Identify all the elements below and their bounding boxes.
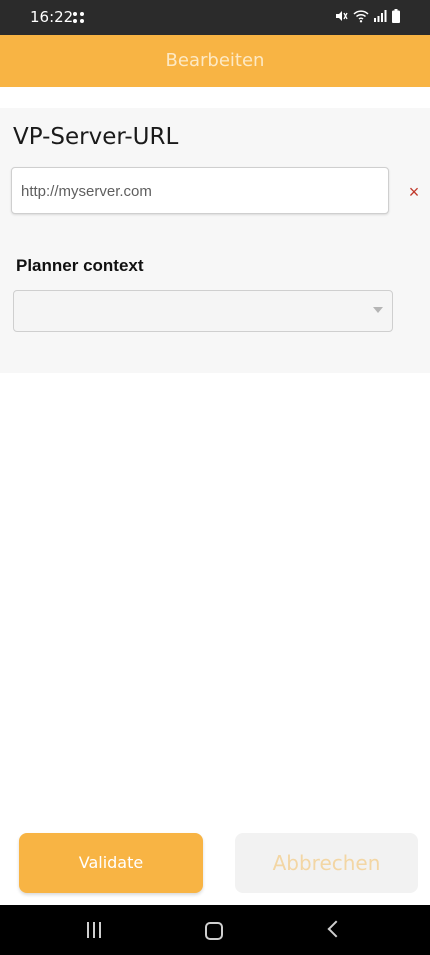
dropdown-caret-icon [373,307,383,313]
battery-icon [392,9,400,23]
system-nav-bar [0,905,430,955]
notification-dots-icon [73,12,87,26]
status-bar: 16:22 [0,0,430,35]
clear-icon[interactable]: × [404,182,424,202]
validate-button[interactable]: Validate [19,833,203,893]
mute-icon [336,11,348,21]
status-time: 16:22 [30,8,74,26]
cancel-button[interactable]: Abbrechen [235,833,418,893]
planner-context-select[interactable] [13,290,393,332]
server-url-placeholder: http://myserver.com [21,183,152,200]
page-title: Bearbeiten [165,50,265,71]
app-header: Bearbeiten [0,35,430,87]
home-icon[interactable] [205,922,223,940]
back-icon[interactable] [327,920,345,938]
planner-context-label: Planner context [16,256,144,275]
server-url-input[interactable]: http://myserver.com [11,167,389,214]
server-url-label: VP-Server-URL [13,124,179,150]
signal-icon [374,10,387,22]
recents-icon[interactable] [86,922,102,938]
wifi-icon [353,10,369,23]
status-icons [334,9,400,23]
